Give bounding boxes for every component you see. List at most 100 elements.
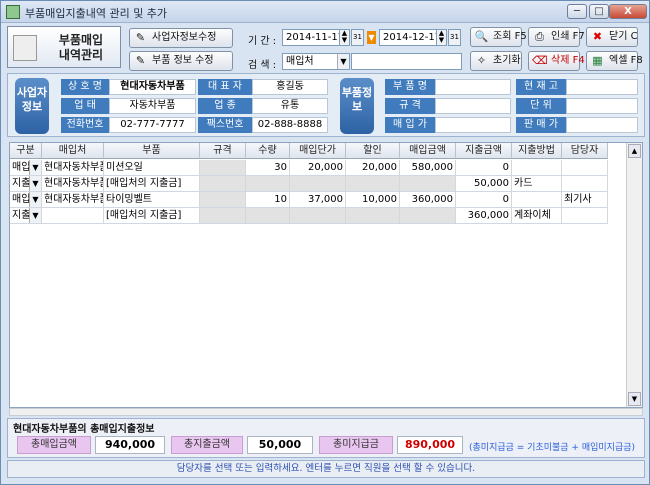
cell-buy-amount[interactable]: 360,000 [400,192,456,208]
cell-unit-price[interactable]: 20,000 [290,160,346,176]
cell-buy-amount[interactable] [400,208,456,224]
part-spec-value[interactable] [435,98,511,114]
cell-pay-method[interactable]: 계좌이체 [512,208,562,224]
scroll-down-icon[interactable]: ▼ [628,392,641,406]
cell-part[interactable]: 미션오일 [104,160,200,176]
col-header-buy-amount[interactable]: 매입금액 [400,143,456,159]
cell-type[interactable]: 지출 ▼ [10,176,42,192]
part-buy-value[interactable] [435,117,511,133]
cell-discount[interactable] [346,208,400,224]
cell-pay-amount[interactable]: 50,000 [456,176,512,192]
search-input[interactable] [351,53,462,70]
supplier-rep-value[interactable]: 홍길동 [252,79,328,95]
minimize-button[interactable]: ─ [567,4,587,19]
part-sell-value[interactable] [566,117,638,133]
cell-qty[interactable] [246,208,290,224]
excel-button[interactable]: ▦ 엑셀 F8 [586,51,643,71]
delete-button[interactable]: ⌫ 삭제 F4 [528,51,585,71]
chevron-down-icon[interactable]: ▼ [29,160,41,175]
cell-pay-method[interactable] [512,160,562,176]
supplier-fax-value[interactable]: 02-888-8888 [252,117,328,133]
close-button[interactable]: ✖ 닫기 C [586,27,638,47]
cell-pay-method[interactable] [512,192,562,208]
supplier-phone-value[interactable]: 02-777-7777 [109,117,196,133]
cell-unit-price[interactable]: 37,000 [290,192,346,208]
chevron-down-icon[interactable]: ▼ [29,176,41,191]
col-header-pay-method[interactable]: 지출방법 [512,143,562,159]
cell-qty[interactable]: 30 [246,160,290,176]
vertical-scrollbar[interactable]: ▲ ▼ [626,143,642,407]
cell-qty[interactable]: 10 [246,192,290,208]
col-header-spec[interactable]: 규격 [200,143,246,159]
print-button[interactable]: ⎙ 인쇄 F7 [528,27,585,47]
scroll-up-icon[interactable]: ▲ [628,144,641,158]
cell-manager[interactable] [562,176,608,192]
cell-pay-amount[interactable]: 0 [456,160,512,176]
cell-type[interactable]: 매입 ▼ [10,160,42,176]
supplier-rep-label: 대 표 자 [198,79,252,95]
transaction-grid[interactable]: ▲ ▼ 구분 매입처 부품 규격 수량 매입단가 할인 매입금액 지출금액 지출방법 담당자매입 ▼ 현… [9,142,643,408]
cell-buy-amount[interactable]: 580,000 [400,160,456,176]
part-unit-label: 단 위 [516,98,566,114]
col-header-supplier[interactable]: 매입처 [42,143,104,159]
date-to-spinner[interactable]: ▲ ▼ [436,29,447,46]
date-from-spinner[interactable]: ▲ ▼ [339,29,350,46]
part-name-value[interactable] [435,79,511,95]
cell-supplier[interactable]: 현대자동차부품 [42,176,104,192]
part-edit-button[interactable]: ✎ 부품 정보 수정 [129,51,233,71]
date-from-input[interactable]: 2014-11-17 [282,29,340,46]
supplier-edit-button[interactable]: ✎ 사업자정보수정 [129,28,233,48]
supplier-name-value[interactable]: 현대자동차부품 [109,79,196,95]
calendar-icon[interactable]: 31 [448,29,461,46]
col-header-unit-price[interactable]: 매입단가 [290,143,346,159]
cell-spec[interactable] [200,192,246,208]
cell-type[interactable]: 매입 ▼ [10,192,42,208]
delete-label: 삭제 F4 [551,55,585,66]
cell-unit-price[interactable] [290,208,346,224]
chevron-down-icon[interactable]: ▼ [29,192,41,207]
cell-manager[interactable] [562,160,608,176]
col-header-discount[interactable]: 할인 [346,143,400,159]
part-unit-value[interactable] [566,98,638,114]
cell-pay-method[interactable]: 카드 [512,176,562,192]
cell-discount[interactable]: 10,000 [346,192,400,208]
maximize-button[interactable]: □ [589,4,609,19]
date-to-input[interactable]: 2014-12-17 [379,29,437,46]
col-header-qty[interactable]: 수량 [246,143,290,159]
reset-button[interactable]: ✧ 초기화 [470,51,522,71]
close-window-button[interactable]: X [609,4,647,19]
title-bar[interactable]: 부품매입지출내역 관리 및 추가 ─ □ X [1,1,649,23]
cell-spec[interactable] [200,176,246,192]
supplier-item-value[interactable]: 유통 [252,98,328,114]
cell-part[interactable]: [매입처의 지출금] [104,208,200,224]
cell-part[interactable]: 타이밍벨트 [104,192,200,208]
cell-buy-amount[interactable] [400,176,456,192]
cell-pay-amount[interactable]: 360,000 [456,208,512,224]
cell-manager[interactable] [562,208,608,224]
col-header-type[interactable]: 구분 [10,143,42,159]
chevron-down-icon[interactable]: ▼ [29,208,41,223]
cell-manager[interactable]: 최기사 [562,192,608,208]
part-stock-value[interactable] [566,79,638,95]
cell-qty[interactable] [246,176,290,192]
query-button[interactable]: 🔍 조회 F5 [470,27,527,47]
cell-spec[interactable] [200,208,246,224]
cell-pay-amount[interactable]: 0 [456,192,512,208]
cell-supplier[interactable]: 현대자동차부품 [42,160,104,176]
cell-supplier[interactable] [42,208,104,224]
supplier-type-value[interactable]: 자동차부품 [109,98,196,114]
cell-unit-price[interactable] [290,176,346,192]
horizontal-scrollbar[interactable] [9,408,643,416]
cell-type[interactable]: 지출 ▼ [10,208,42,224]
cell-discount[interactable]: 20,000 [346,160,400,176]
cell-discount[interactable] [346,176,400,192]
calendar-icon[interactable]: 31 [351,29,364,46]
col-header-pay-amount[interactable]: 지출금액 [456,143,512,159]
col-header-manager[interactable]: 담당자 [562,143,608,159]
col-header-part[interactable]: 부품 [104,143,200,159]
cell-supplier[interactable]: 현대자동차부품 [42,192,104,208]
search-field-select[interactable]: 매입처 ▼ [282,53,350,70]
arrow-down-icon: ▼ [367,31,376,44]
cell-spec[interactable] [200,160,246,176]
cell-part[interactable]: [매입처의 지출금] [104,176,200,192]
